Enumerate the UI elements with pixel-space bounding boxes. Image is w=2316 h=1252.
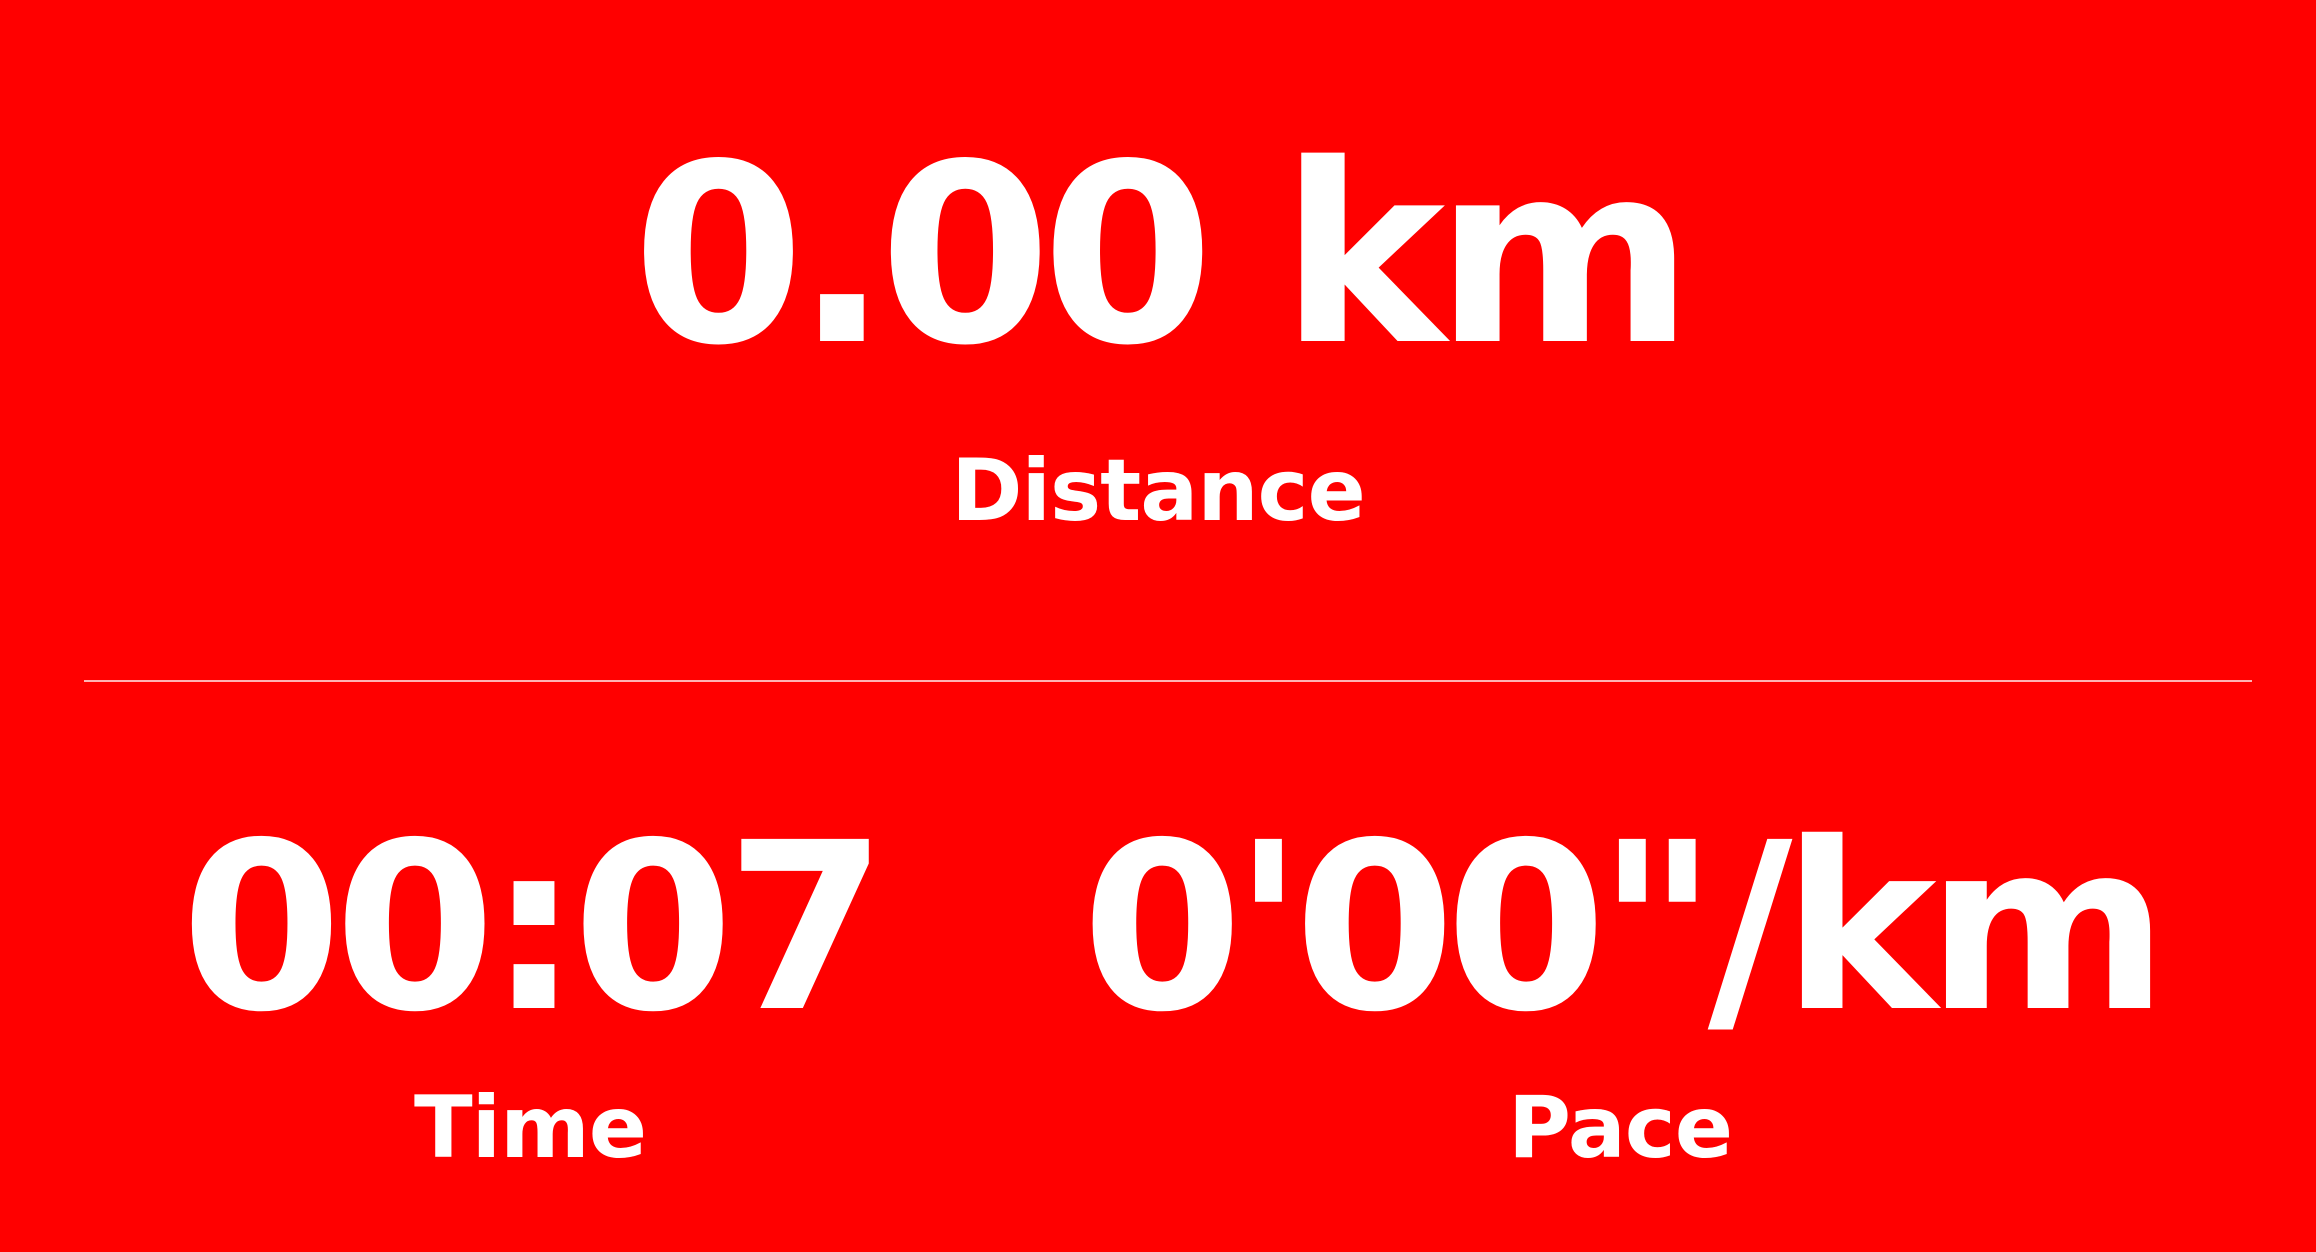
- time-value: 00:07: [180, 793, 887, 1063]
- workout-metrics-screen: 0.00 km Distance 00:07 Time 0'00"/km Pac…: [0, 0, 2316, 1252]
- metrics-divider: [84, 680, 2252, 682]
- time-label: Time: [413, 1078, 647, 1178]
- distance-value: 0.00 km: [632, 112, 1694, 400]
- distance-label: Distance: [951, 441, 1366, 541]
- pace-value: 0'00"/km: [1081, 793, 2169, 1063]
- pace-label: Pace: [1507, 1078, 1733, 1178]
